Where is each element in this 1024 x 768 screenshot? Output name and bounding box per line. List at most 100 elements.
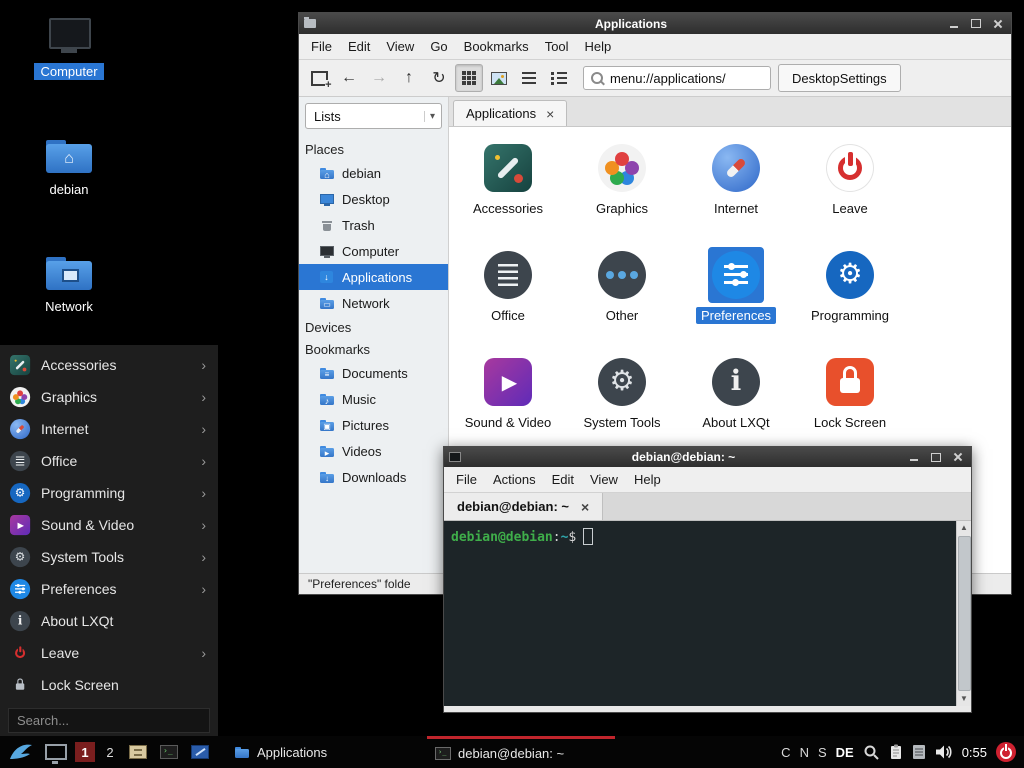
menu-item-about-lxqt[interactable]: About LXQt	[0, 605, 218, 637]
menu-help[interactable]: Help	[626, 467, 669, 492]
volume-tray-icon[interactable]	[935, 744, 953, 760]
sidebar-item-applications[interactable]: Applications	[299, 264, 448, 290]
app-graphics[interactable]: Graphics	[565, 137, 679, 244]
menu-search-input[interactable]	[8, 708, 210, 733]
up-button[interactable]: ↑	[395, 64, 423, 92]
submenu-arrow-icon: ›	[201, 485, 206, 501]
refresh-button[interactable]: ↻	[425, 64, 453, 92]
menu-item-label: Leave	[41, 645, 190, 661]
show-desktop-button[interactable]	[42, 738, 70, 766]
sidebar-item-debian[interactable]: debian	[299, 160, 448, 186]
quicklaunch-editor[interactable]	[187, 739, 213, 765]
menu-item-programming[interactable]: Programming ›	[0, 477, 218, 509]
magnifier-tray-icon[interactable]	[863, 744, 880, 761]
close-button[interactable]	[990, 17, 1006, 31]
app-programming[interactable]: Programming	[793, 244, 907, 351]
menu-actions[interactable]: Actions	[485, 467, 544, 492]
back-button[interactable]: ←	[335, 64, 363, 92]
sidebar-mode-select[interactable]: Lists ▾	[305, 103, 442, 129]
menu-item-accessories[interactable]: Accessories ›	[0, 349, 218, 381]
menu-item-office[interactable]: Office ›	[0, 445, 218, 477]
menu-go[interactable]: Go	[422, 34, 455, 59]
app-system-tools[interactable]: System Tools	[565, 351, 679, 458]
scroll-up-icon[interactable]: ▲	[960, 522, 968, 534]
sidebar-item-pictures[interactable]: Pictures	[299, 412, 448, 438]
icon-view-button[interactable]	[455, 64, 483, 92]
sidebar-item-desktop[interactable]: Desktop	[299, 186, 448, 212]
minimize-button[interactable]	[946, 17, 962, 31]
scrollbar[interactable]: ▲ ▼	[956, 521, 971, 706]
menu-edit[interactable]: Edit	[340, 34, 378, 59]
scroll-down-icon[interactable]: ▼	[960, 693, 968, 705]
menu-item-graphics[interactable]: Graphics ›	[0, 381, 218, 413]
task-terminal[interactable]: debian@debian: ~	[427, 736, 615, 768]
maximize-button[interactable]	[968, 17, 984, 31]
menu-item-preferences[interactable]: Preferences ›	[0, 573, 218, 605]
menu-item-label: Graphics	[41, 389, 190, 405]
file-manager-titlebar[interactable]: Applications	[299, 13, 1011, 34]
menu-edit[interactable]: Edit	[544, 467, 582, 492]
sidebar-item-downloads[interactable]: Downloads	[299, 464, 448, 490]
thumbnail-view-button[interactable]	[485, 64, 513, 92]
tab-close-icon[interactable]: ×	[581, 500, 589, 514]
terminal-titlebar[interactable]: debian@debian: ~	[444, 447, 971, 467]
maximize-button[interactable]	[928, 450, 944, 464]
terminal-tab[interactable]: debian@debian: ~ ×	[444, 493, 603, 520]
quicklaunch-file-manager[interactable]	[125, 739, 151, 765]
app-sound-video[interactable]: Sound & Video	[451, 351, 565, 458]
desktop-settings-button[interactable]: DesktopSettings	[778, 64, 901, 92]
menu-help[interactable]: Help	[577, 34, 620, 59]
scrollbar-thumb[interactable]	[958, 536, 971, 691]
detailed-view-button[interactable]	[545, 64, 573, 92]
clipboard-tray-icon[interactable]	[889, 744, 903, 760]
address-bar[interactable]: menu://applications/	[583, 66, 771, 90]
menu-item-internet[interactable]: Internet ›	[0, 413, 218, 445]
app-internet[interactable]: Internet	[679, 137, 793, 244]
app-other[interactable]: Other	[565, 244, 679, 351]
terminal-view[interactable]: debian@debian:~$	[444, 521, 956, 706]
sidebar-item-music[interactable]: Music	[299, 386, 448, 412]
menu-file[interactable]: File	[448, 467, 485, 492]
workspace-2-button[interactable]: 2	[100, 742, 120, 762]
minimize-button[interactable]	[906, 450, 922, 464]
menu-item-system-tools[interactable]: System Tools ›	[0, 541, 218, 573]
new-tab-button[interactable]	[305, 64, 333, 92]
window-resize-strip[interactable]	[444, 706, 971, 712]
app-about-lxqt[interactable]: About LXQt	[679, 351, 793, 458]
workspace-1-button[interactable]: 1	[75, 742, 95, 762]
power-button[interactable]	[996, 742, 1016, 762]
menu-item-leave[interactable]: Leave ›	[0, 637, 218, 669]
menu-item-lock-screen[interactable]: Lock Screen	[0, 669, 218, 701]
forward-button[interactable]: →	[365, 64, 393, 92]
desktop-icon-computer[interactable]: Computer	[22, 18, 116, 80]
sidebar-item-label: Music	[342, 392, 376, 407]
sidebar-item-trash[interactable]: Trash	[299, 212, 448, 238]
menu-view[interactable]: View	[582, 467, 626, 492]
compact-view-button[interactable]	[515, 64, 543, 92]
sidebar-item-computer[interactable]: Computer	[299, 238, 448, 264]
panel-box-tray-icon[interactable]	[912, 744, 926, 760]
menu-view[interactable]: View	[378, 34, 422, 59]
app-office[interactable]: Office	[451, 244, 565, 351]
menu-tool[interactable]: Tool	[537, 34, 577, 59]
app-lock-screen[interactable]: Lock Screen	[793, 351, 907, 458]
app-accessories[interactable]: Accessories	[451, 137, 565, 244]
sidebar-item-network[interactable]: Network	[299, 290, 448, 316]
menu-bookmarks[interactable]: Bookmarks	[456, 34, 537, 59]
keyboard-layout-indicator[interactable]: DE	[836, 745, 854, 760]
desktop-icon-debian[interactable]: ⌂ debian	[22, 138, 116, 198]
menu-file[interactable]: File	[303, 34, 340, 59]
app-leave[interactable]: Leave	[793, 137, 907, 244]
menu-item-sound-video[interactable]: Sound & Video ›	[0, 509, 218, 541]
sidebar-item-videos[interactable]: Videos	[299, 438, 448, 464]
clock[interactable]: 0:55	[962, 745, 987, 760]
desktop-icon-network[interactable]: Network	[22, 255, 116, 315]
quicklaunch-terminal[interactable]	[156, 739, 182, 765]
tab-applications[interactable]: Applications ×	[453, 100, 567, 126]
app-preferences[interactable]: Preferences	[679, 244, 793, 351]
task-applications[interactable]: Applications	[226, 736, 422, 768]
sidebar-item-documents[interactable]: Documents	[299, 360, 448, 386]
tab-close-icon[interactable]: ×	[546, 107, 554, 121]
start-menu-button[interactable]	[5, 738, 37, 766]
close-button[interactable]	[950, 450, 966, 464]
